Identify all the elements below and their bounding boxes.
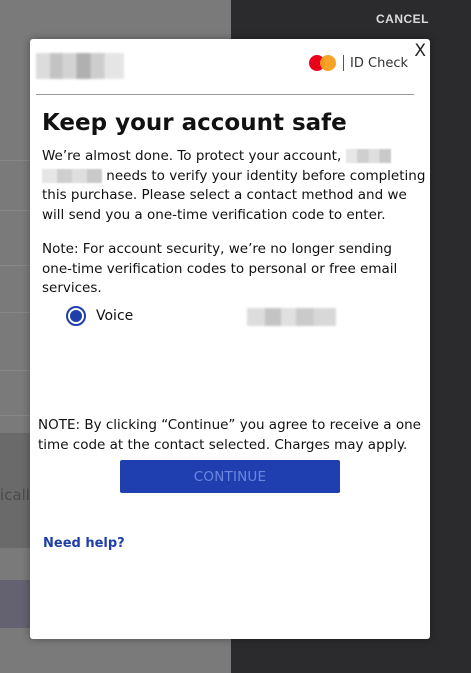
page-title: Keep your account safe [42, 110, 347, 136]
brand-header: ID Check [309, 55, 408, 71]
merchant-name-redacted [42, 168, 102, 183]
consent-note: NOTE: By clicking “Continue” you agree t… [38, 417, 421, 453]
phone-number-redacted [247, 308, 336, 326]
cancel-button[interactable]: CANCEL [376, 12, 429, 26]
intro-text-part1: We’re almost done. To protect your accou… [42, 148, 342, 164]
security-note: Note: For account security, we’re no lon… [42, 241, 398, 296]
close-button[interactable]: X [414, 41, 426, 61]
verification-modal: X ID Check Keep your account safe We’re … [30, 39, 430, 639]
brand-divider [343, 55, 345, 71]
mastercard-icon [309, 55, 337, 71]
need-help-link[interactable]: Need help? [43, 536, 125, 551]
continue-button[interactable]: CONTINUE [120, 460, 340, 493]
header-divider [36, 94, 414, 95]
radio-button[interactable] [66, 306, 86, 326]
merchant-name-redacted [345, 149, 391, 163]
intro-text: We’re almost done. To protect your accou… [42, 147, 426, 225]
merchant-logo-redacted [36, 53, 124, 79]
contact-option-label: Voice [96, 308, 134, 324]
radio-selected-dot [70, 310, 82, 322]
background-partial-text: icall [0, 486, 30, 504]
brand-name: ID Check [350, 55, 408, 71]
mastercard-yellow-circle [320, 55, 337, 71]
